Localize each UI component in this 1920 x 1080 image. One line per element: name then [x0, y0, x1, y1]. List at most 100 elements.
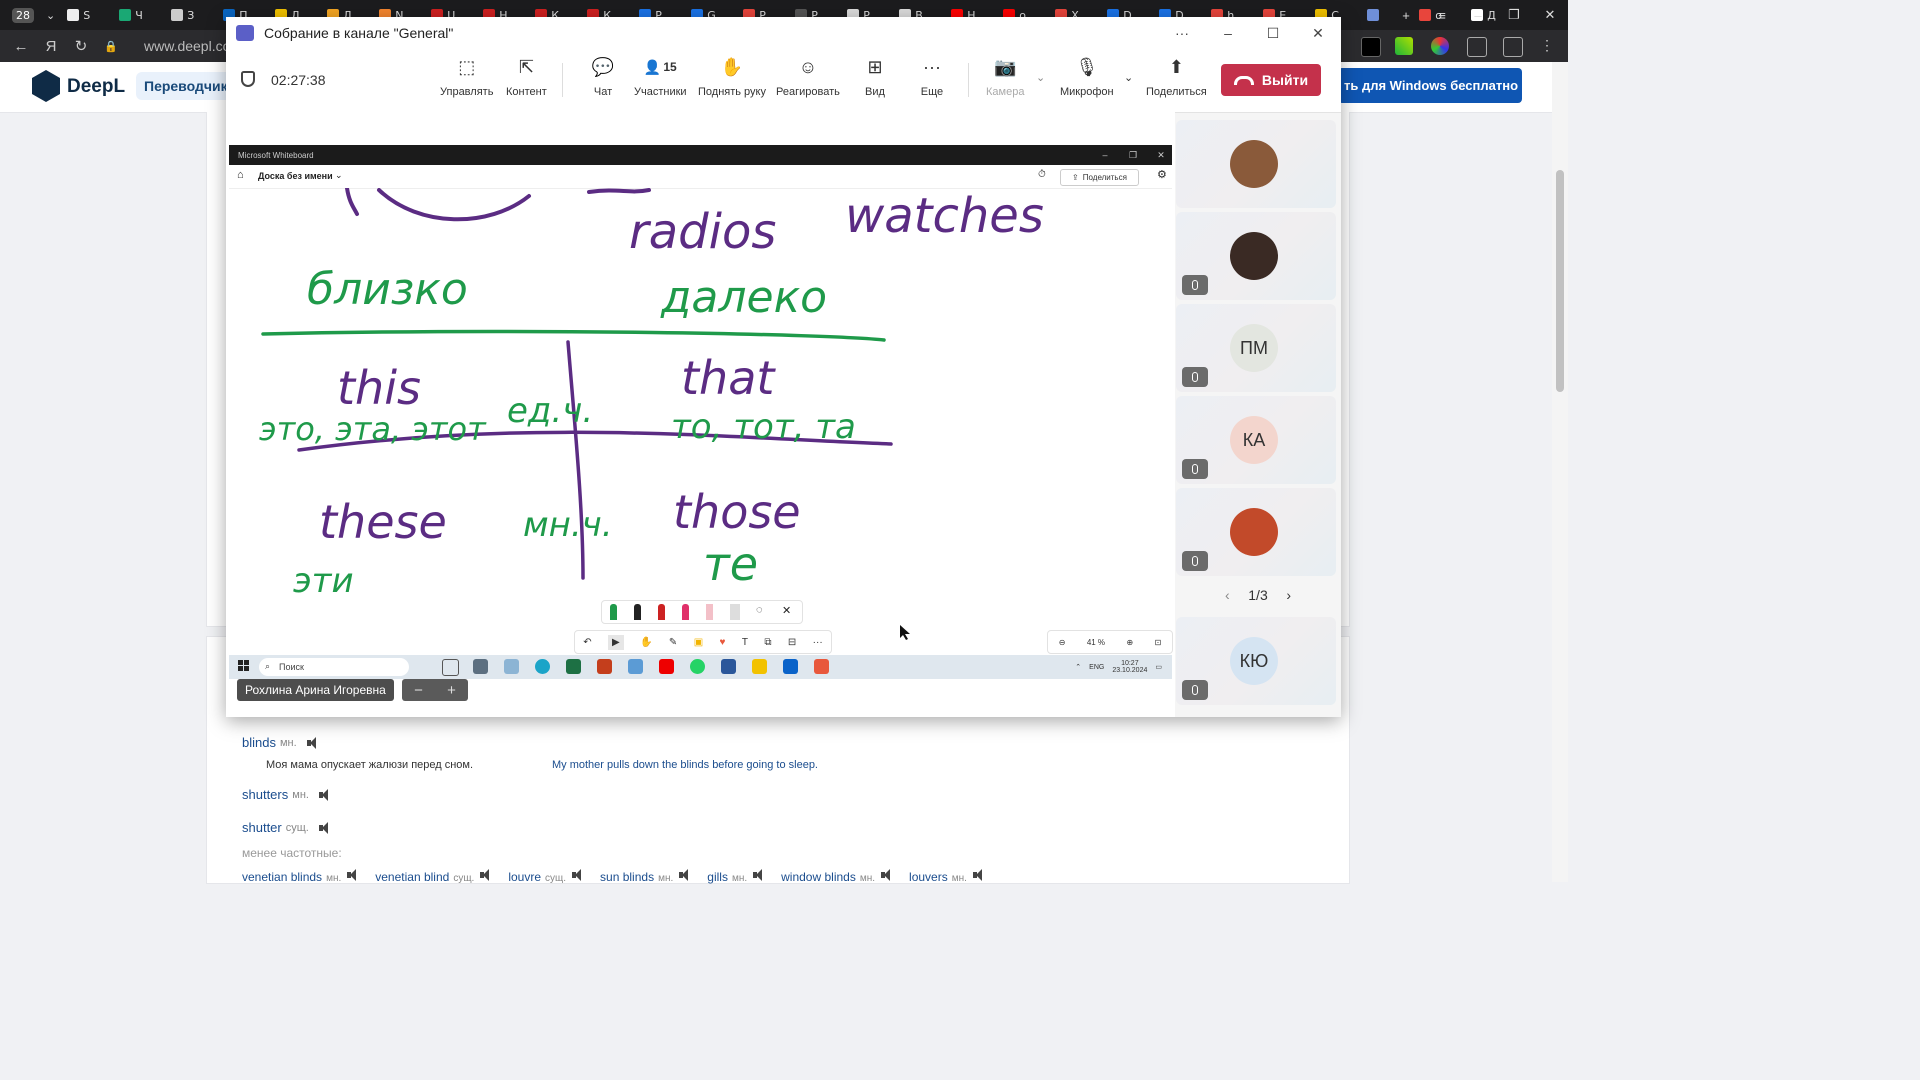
speaker-icon[interactable]	[480, 869, 494, 881]
whatsapp-icon[interactable]	[690, 659, 705, 674]
participant-tile[interactable]	[1176, 488, 1336, 576]
windows-start-icon[interactable]	[238, 660, 249, 671]
camera-button[interactable]: 📷 Камера	[986, 55, 1024, 99]
restore-icon[interactable]: ❐	[1119, 145, 1147, 165]
zoom-out-icon[interactable]: −	[414, 682, 423, 699]
more-button[interactable]: ··· Еще	[920, 55, 944, 99]
content-button[interactable]: ⇱ Контент	[506, 55, 547, 99]
undo-icon[interactable]: ↶	[583, 637, 591, 648]
pan-hand-icon[interactable]: ✋	[640, 637, 652, 648]
file-explorer-icon[interactable]	[752, 659, 767, 674]
speaker-icon[interactable]	[972, 869, 987, 881]
tab-count-badge[interactable]: 28	[6, 4, 40, 26]
chevron-down-icon[interactable]: ⌄	[335, 170, 343, 181]
close-button[interactable]: ✕	[1296, 17, 1340, 49]
task-view-icon[interactable]	[442, 659, 459, 676]
speaker-icon[interactable]	[347, 869, 361, 881]
excel-icon[interactable]	[566, 659, 581, 674]
word-icon[interactable]	[721, 659, 736, 674]
minimize-button[interactable]: –	[1460, 0, 1496, 30]
deepl-brand[interactable]: DeepL	[67, 76, 125, 98]
more-options-icon[interactable]: ···	[1160, 17, 1204, 49]
tab-list-chevron-icon[interactable]: ⌄	[40, 4, 61, 26]
youtube-icon[interactable]	[659, 659, 674, 674]
react-button[interactable]: ☺ Реагировать	[776, 55, 840, 99]
text-icon[interactable]: T	[742, 637, 748, 648]
alt-translation[interactable]: louvers мн.	[909, 869, 987, 884]
reload-icon[interactable]: ↻	[66, 37, 96, 55]
speaker-icon[interactable]	[881, 869, 895, 881]
back-icon[interactable]: ←	[6, 38, 36, 55]
home-icon[interactable]: ⌂	[237, 169, 244, 181]
zoom-in-icon[interactable]: +	[447, 682, 456, 699]
zoom-out-icon[interactable]: ⊖	[1059, 638, 1066, 647]
pen-icon[interactable]: ✎	[669, 637, 677, 648]
lasso-icon[interactable]: ◌	[756, 604, 763, 616]
extension-icon[interactable]	[1503, 37, 1523, 57]
sticky-note-icon[interactable]: ▣	[694, 637, 703, 648]
notifications-icon[interactable]: ▭	[1155, 663, 1162, 671]
restore-button[interactable]: ❐	[1496, 0, 1532, 30]
settings-gear-icon[interactable]: ⚙	[1157, 168, 1167, 181]
close-icon[interactable]: ✕	[1147, 145, 1175, 165]
participant-tile[interactable]: ПМ	[1176, 304, 1336, 392]
eraser-icon[interactable]	[730, 604, 740, 620]
fit-to-screen-icon[interactable]: ⊡	[1155, 638, 1162, 647]
speaker-icon[interactable]	[753, 869, 767, 881]
deepl-logo-icon[interactable]	[32, 70, 60, 102]
close-button[interactable]: ✕	[1532, 0, 1568, 30]
minimize-icon[interactable]: –	[1091, 145, 1119, 165]
speaker-icon[interactable]	[306, 736, 321, 749]
alt-translation[interactable]: louvre сущ.	[508, 869, 586, 884]
timer-icon[interactable]: ⏱	[1038, 169, 1046, 180]
participant-tile[interactable]	[1176, 212, 1336, 300]
mic-button[interactable]: 🎙 Микрофон	[1060, 55, 1114, 99]
app-icon[interactable]	[628, 659, 643, 674]
alt-translation[interactable]: gills мн.	[707, 869, 767, 884]
edge-icon[interactable]	[535, 659, 550, 674]
select-icon[interactable]: ▶	[607, 634, 624, 650]
green-pen-icon[interactable]	[610, 604, 617, 620]
calculator-icon[interactable]	[473, 659, 488, 674]
view-button[interactable]: ⊞ Вид	[863, 55, 887, 99]
speaker-icon[interactable]	[318, 788, 333, 801]
templates-icon[interactable]: ⊟	[788, 637, 796, 648]
powerpoint-icon[interactable]	[597, 659, 612, 674]
new-tab-button[interactable]: +	[1388, 0, 1424, 30]
dict-entry[interactable]: shutter сущ.	[242, 820, 333, 835]
shapes-icon[interactable]: ⧉	[764, 637, 771, 648]
speaker-icon[interactable]	[572, 869, 586, 881]
extension-icon[interactable]	[1395, 37, 1413, 55]
alt-translation[interactable]: venetian blind сущ.	[375, 869, 494, 884]
language-indicator[interactable]: ENG	[1089, 664, 1104, 671]
participant-tile[interactable]: КЮ	[1176, 617, 1336, 705]
mail-icon[interactable]	[783, 659, 798, 674]
tray-chevron-icon[interactable]: ⌃	[1075, 663, 1081, 671]
minimize-button[interactable]: –	[1206, 17, 1250, 49]
alt-translation[interactable]: venetian blinds мн.	[242, 869, 361, 884]
participant-tile[interactable]: КА	[1176, 396, 1336, 484]
download-windows-button[interactable]: ть для Windows бесплатно	[1338, 68, 1522, 103]
dict-entry[interactable]: shutters мн.	[242, 787, 333, 802]
app-icon[interactable]	[504, 659, 519, 674]
previous-page-icon[interactable]: ‹	[1225, 587, 1230, 603]
whiteboard-share-button[interactable]: ⇪ Поделиться	[1060, 169, 1139, 186]
reactions-icon[interactable]: ♥	[720, 637, 726, 648]
share-button[interactable]: ⬆ Поделиться	[1146, 55, 1207, 99]
extension-icon[interactable]	[1467, 37, 1487, 57]
url-field[interactable]: www.deepl.co	[144, 38, 230, 54]
close-icon[interactable]: ✕	[782, 604, 791, 617]
speaker-icon[interactable]	[318, 821, 333, 834]
highlighter-icon[interactable]	[706, 604, 713, 620]
pink-pen-icon[interactable]	[682, 604, 689, 620]
next-page-icon[interactable]: ›	[1286, 587, 1291, 603]
leave-button[interactable]: Выйти	[1221, 64, 1321, 96]
extension-icon[interactable]	[1431, 37, 1449, 55]
whiteboard-canvas[interactable]: radios watches близко далеко this это, э…	[229, 186, 1172, 655]
menu-icon[interactable]: ≡	[1424, 0, 1460, 30]
manage-button[interactable]: ⬚ Управлять	[440, 55, 493, 99]
maximize-button[interactable]: ☐	[1251, 17, 1295, 49]
translator-tab[interactable]: Переводчик	[136, 72, 236, 100]
camera-options-chevron-icon[interactable]: ⌄	[1036, 71, 1045, 84]
clock[interactable]: 10:27 23.10.2024	[1112, 660, 1147, 674]
